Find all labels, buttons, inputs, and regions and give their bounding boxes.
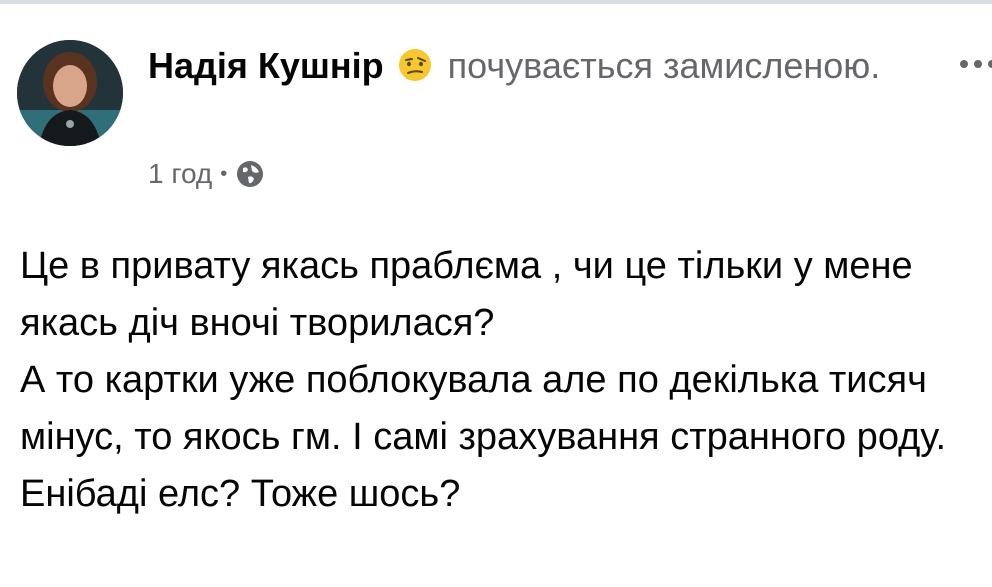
facebook-post: Надія Кушнір почувається замисленою. 1 г… [0,0,992,587]
post-paragraph: А то картки уже поблокувала але по декіл… [20,359,947,458]
post-paragraph: Це в привату якась праблєма , чи це тіль… [20,245,913,344]
avatar-image [17,40,123,146]
post-body: Це в привату якась праблєма , чи це тіль… [20,238,975,523]
meta-separator: • [220,163,228,185]
post-header: Надія Кушнір почувається замисленою. [148,40,928,92]
avatar[interactable] [17,40,123,146]
timestamp[interactable]: 1 год [148,154,212,194]
thinking-face-icon [398,44,432,81]
feeling-text: почувається замисленою. [447,45,881,86]
globe-icon[interactable] [235,159,265,189]
author-name[interactable]: Надія Кушнір [148,45,384,86]
post-meta: 1 год • [148,154,265,194]
more-options-icon[interactable] [958,56,992,72]
post-paragraph: Енібаді елс? Тоже шось? [20,473,461,515]
